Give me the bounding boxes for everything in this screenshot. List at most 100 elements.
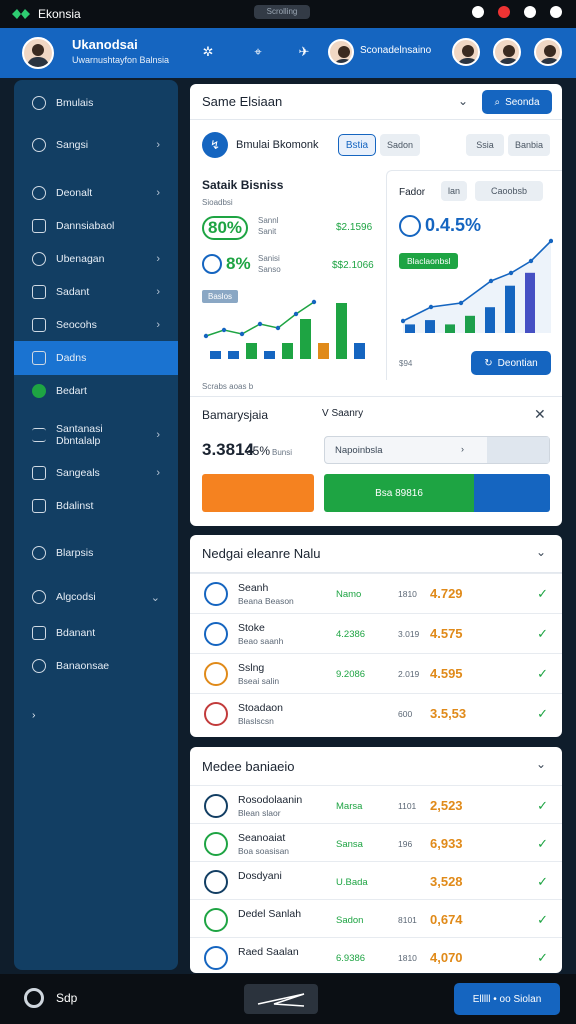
shield-icon [472, 6, 484, 18]
item-count: 1810 [398, 589, 417, 599]
sidebar-item-documents[interactable]: Dannsiabaol [14, 209, 178, 243]
contact-avatar-2[interactable] [493, 38, 521, 66]
tab-active[interactable]: Bstia [338, 134, 376, 156]
summary-select[interactable]: Napoinbsla › [324, 436, 550, 464]
item-name: Dosdyani [238, 870, 282, 882]
globe-icon [32, 96, 46, 110]
app-title: Ekonsia [38, 7, 81, 21]
navigation-icon[interactable]: ✈ [296, 44, 312, 60]
chevron-right-icon: › [461, 444, 464, 454]
sidebar-item-cards[interactable]: Bdanant [14, 616, 178, 650]
sidebar-item-profile[interactable]: Blarpsis [14, 536, 178, 570]
list-card-1: Nedgai eleanre Nalu ⌄ Seanh Beana Beason N… [190, 535, 562, 737]
right-panel-select[interactable]: Caoobsb [475, 181, 543, 201]
item-value: 0,674 [430, 912, 463, 927]
check-icon[interactable]: ✓ [537, 798, 548, 814]
sidebar-item-billing[interactable]: Banaonsae [14, 649, 178, 683]
item-icon [204, 662, 228, 686]
list-item[interactable]: Seanoaiat Boa soasisan Sansa 196 6,933 ✓ [190, 823, 562, 863]
check-icon[interactable]: ✓ [537, 626, 548, 642]
check-icon[interactable]: ✓ [537, 950, 548, 966]
check-icon[interactable]: ✓ [537, 836, 548, 852]
list-item[interactable]: Stoke Beao saanh 4.2386 3.019 4.575 ✓ [190, 613, 562, 653]
contact-avatar-3[interactable] [534, 38, 562, 66]
sidebar-item-home[interactable]: Bmulais [14, 86, 178, 120]
sidebar-item-reports[interactable]: Bedart [14, 374, 178, 408]
item-value: 4.595 [430, 666, 463, 681]
list-item[interactable]: Sslng Bseai salin 9.2086 2.019 4.595 ✓ [190, 653, 562, 693]
check-icon[interactable]: ✓ [537, 586, 548, 602]
check-icon[interactable]: ✓ [537, 666, 548, 682]
document-icon [32, 219, 46, 233]
collapse-chevron-icon[interactable]: › [32, 709, 36, 721]
item-name: Seanh [238, 582, 269, 594]
list-item[interactable]: Dosdyani U.Bada 3,528 ✓ [190, 861, 562, 901]
left-bar-chart [203, 299, 365, 359]
sidebar-item-dashboard[interactable]: Deonalt › [14, 176, 178, 210]
item-value: 3.5,53 [430, 706, 467, 721]
user-avatar[interactable] [22, 37, 54, 69]
profile-icon[interactable] [550, 6, 562, 18]
sidebar-item-activity[interactable]: Algcodsi ⌄ [14, 580, 178, 614]
kpi-2-label-2: Sanso [258, 265, 281, 274]
close-icon[interactable]: ✕ [534, 406, 546, 423]
orange-action-button[interactable] [202, 474, 314, 512]
tab-b[interactable]: Sadon [380, 134, 420, 156]
chevron-down-icon[interactable]: ⌄ [536, 545, 546, 559]
primary-search-button[interactable]: ⌕ Seonda [482, 90, 552, 114]
sidebar-item-settings[interactable]: Santanasi Dbntalalp › [14, 414, 178, 456]
user-icon [32, 252, 46, 266]
settings-label[interactable]: Sdp [56, 991, 77, 1005]
notification-icon[interactable] [498, 6, 510, 18]
sidebar-item-data[interactable]: Dadns [14, 341, 178, 375]
list-item[interactable]: Dedel Sanlah Sadon 8101 0,674 ✓ [190, 899, 562, 939]
check-icon[interactable]: ✓ [537, 912, 548, 928]
trend-point [239, 331, 245, 337]
sidebar-collapse[interactable]: › [14, 698, 178, 732]
list-item[interactable]: Rosodolaanin Blean slaor Marsa 1101 2,523 ✓ [190, 785, 562, 825]
send-icon [257, 993, 305, 1007]
item-icon [204, 908, 228, 932]
sidebar-item-calendar[interactable]: Sadant › [14, 275, 178, 309]
kpi-1-value: 80% [202, 216, 249, 240]
chevron-down-icon[interactable]: ⌄ [458, 94, 468, 108]
kpi-1-label-1: Sannl [258, 216, 279, 225]
location-pin-icon[interactable]: ⌖ [250, 44, 266, 60]
trend-point [458, 300, 464, 306]
item-icon [204, 582, 228, 606]
summary-subtitle: V Saanry [322, 408, 364, 419]
check-icon[interactable]: ✓ [537, 874, 548, 890]
sidebar-item-search[interactable]: Sangsi › [14, 128, 178, 162]
sidebar-item-gallery[interactable]: Seocohs › [14, 308, 178, 342]
right-panel-cta[interactable]: ↻ Deontian [471, 351, 551, 375]
kpi-1-label-2: Sanit [258, 227, 277, 236]
gear-icon[interactable] [24, 988, 44, 1008]
user-name[interactable]: Sconadelnsaino [360, 45, 431, 56]
trend-point [311, 299, 317, 305]
tab-d[interactable]: Banbia [508, 134, 550, 156]
settings-icon[interactable]: ✲ [200, 44, 216, 60]
tab-c[interactable]: Ssia [466, 134, 504, 156]
list-item[interactable]: Stoadaon Blaslscsn 600 3.5,53 ✓ [190, 693, 562, 733]
item-subtitle: Boa soasisan [238, 846, 290, 856]
right-panel-small-button[interactable]: lan [441, 181, 467, 201]
green-blue-action-button[interactable]: Bsa 89816 [324, 474, 550, 512]
list-item[interactable]: Seanh Beana Beason Namo 1810 4.729 ✓ [190, 573, 562, 613]
user-avatar-small[interactable] [328, 39, 354, 65]
primary-bottom-button[interactable]: Elllll • oo Siolan [454, 983, 560, 1015]
trend-point [257, 321, 263, 327]
dashboard-icon [32, 186, 46, 200]
status-bar: Ekonsia Scrolling [0, 0, 576, 28]
list-item[interactable]: Raed Saalan 6.9386 1810 4,070 ✓ [190, 937, 562, 977]
sidebar-item-files[interactable]: Bdalinst [14, 489, 178, 523]
contact-avatar-1[interactable] [452, 38, 480, 66]
sidebar-item-users[interactable]: Ubenagan › [14, 242, 178, 276]
chevron-down-icon[interactable]: ⌄ [536, 757, 546, 771]
check-icon[interactable]: ✓ [537, 706, 548, 722]
right-line-bar-chart [401, 238, 553, 333]
summary-title: Bamarysjaia [202, 408, 269, 422]
chart-bar [246, 343, 257, 359]
status-pill: Scrolling [254, 5, 310, 19]
sidebar-item-messages[interactable]: Sangeals › [14, 456, 178, 490]
center-action-button[interactable] [244, 984, 318, 1014]
